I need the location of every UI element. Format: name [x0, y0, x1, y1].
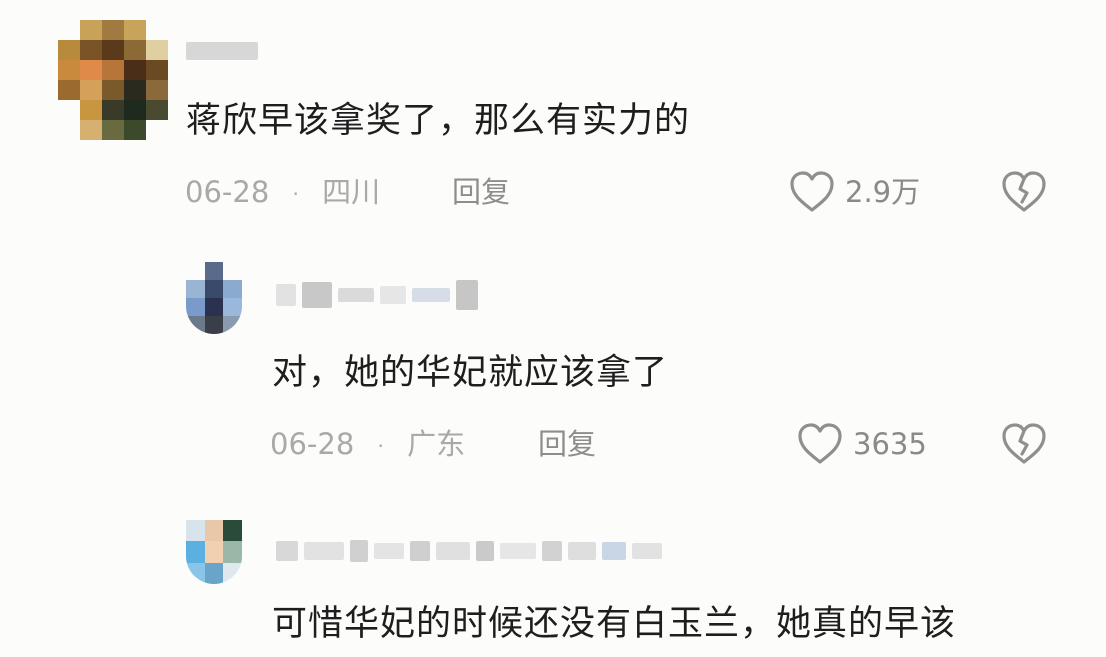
heart-outline-icon[interactable] — [796, 420, 844, 468]
username-blurred[interactable] — [186, 42, 258, 60]
username-blurred[interactable] — [276, 540, 662, 562]
avatar[interactable] — [58, 20, 168, 140]
comment-meta: 06-28 · 广东 — [270, 426, 465, 464]
avatar[interactable] — [186, 262, 242, 334]
comment-date: 06-28 — [270, 427, 355, 461]
reply-button[interactable]: 回复 — [538, 426, 596, 462]
heart-outline-icon[interactable] — [788, 168, 836, 216]
avatar[interactable] — [186, 520, 242, 584]
comment-location: 四川 — [322, 175, 381, 209]
broken-heart-icon[interactable] — [1000, 168, 1048, 216]
comment-date: 06-28 — [185, 175, 270, 209]
comment-text: 蒋欣早该拿奖了，那么有实力的 — [186, 101, 691, 141]
like-count: 3635 — [853, 427, 927, 461]
broken-heart-icon[interactable] — [1000, 420, 1048, 468]
meta-separator: · — [377, 434, 384, 458]
reply-button[interactable]: 回复 — [452, 174, 510, 210]
comment-thread: 蒋欣早该拿奖了，那么有实力的 06-28 · 四川 回复 2.9万 对，她的华妃… — [0, 0, 1106, 657]
comment-meta: 06-28 · 四川 — [185, 174, 380, 212]
comment-text: 可惜华妃的时候还没有白玉兰，她真的早该 — [272, 604, 957, 644]
meta-separator: · — [292, 182, 299, 206]
comment-text: 对，她的华妃就应该拿了 — [272, 353, 669, 393]
like-count: 2.9万 — [845, 175, 921, 209]
comment-location: 广东 — [407, 427, 466, 461]
username-blurred[interactable] — [276, 280, 478, 310]
